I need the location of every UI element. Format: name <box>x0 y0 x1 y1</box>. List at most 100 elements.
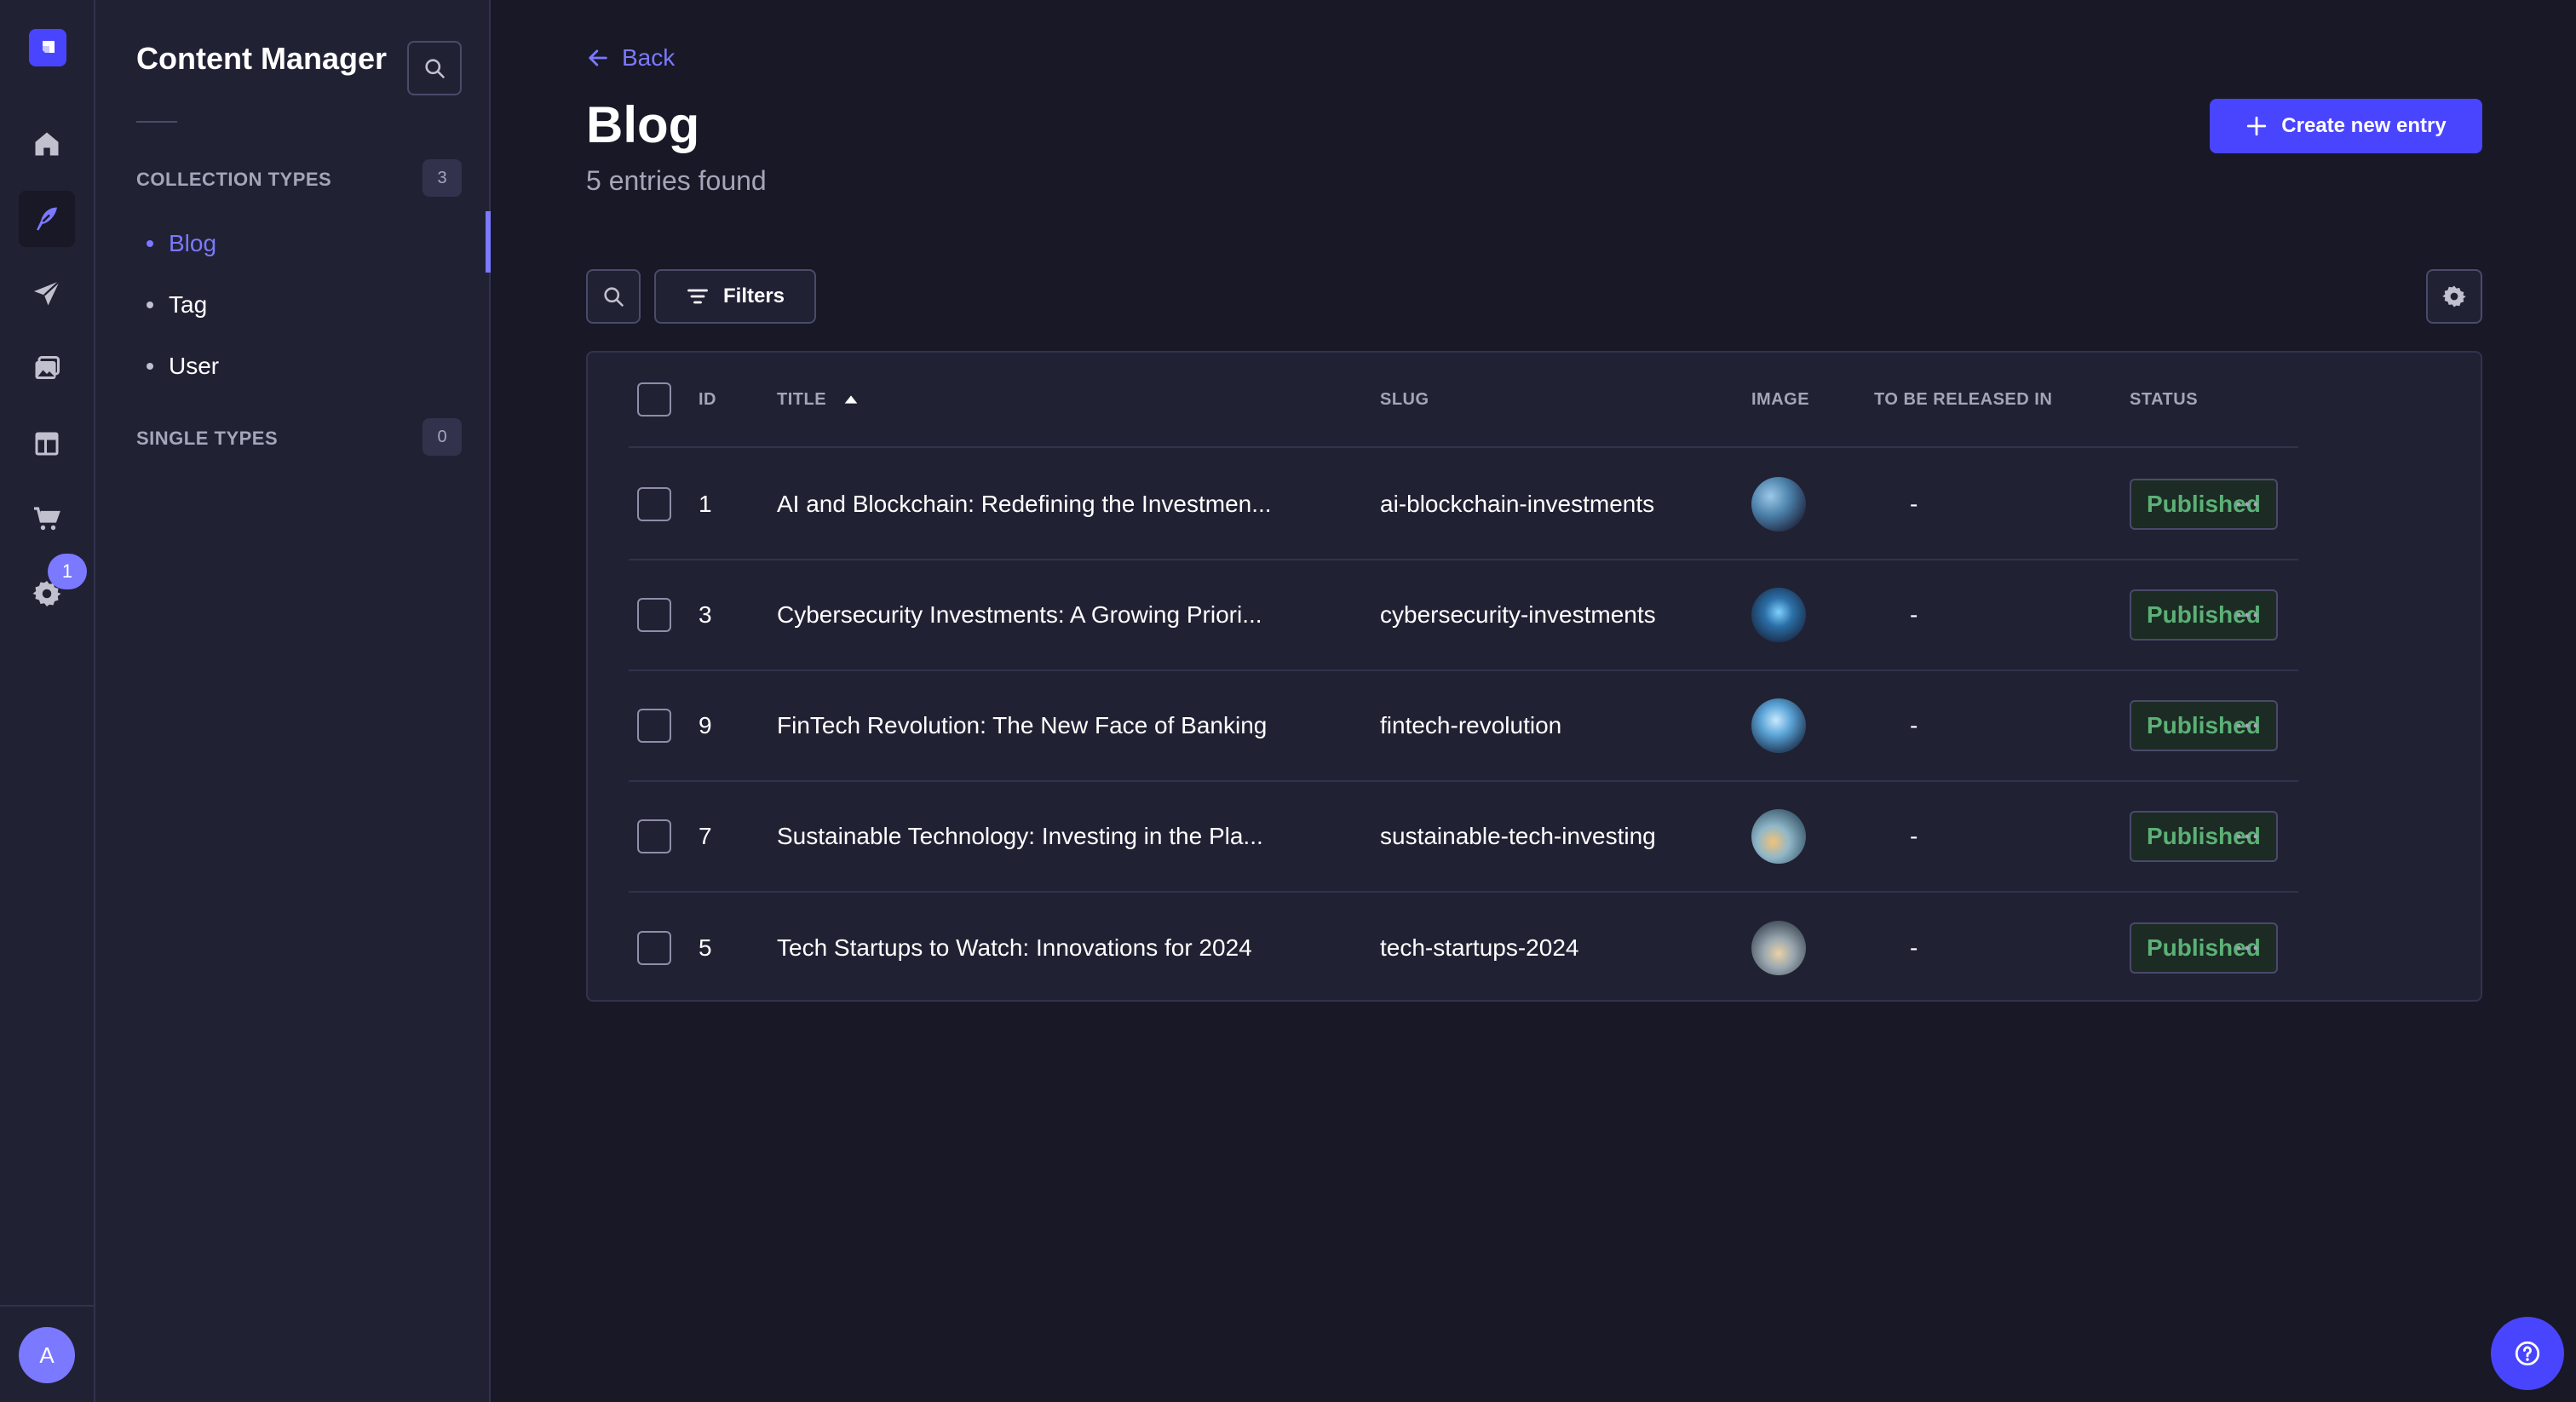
row-actions-cell <box>2230 560 2264 669</box>
entries-table: ID TITLE SLUG IMAGE TO BE RELEASED IN ST… <box>586 351 2482 1002</box>
active-indicator <box>486 211 491 273</box>
select-all-checkbox[interactable] <box>637 382 671 417</box>
row-title: FinTech Revolution: The New Face of Bank… <box>777 712 1268 738</box>
row-image-cell <box>1751 560 1806 669</box>
content-manager-subnav: Content Manager COLLECTION TYPES 3 Blog … <box>95 0 491 1402</box>
logo-icon <box>43 41 55 53</box>
search-icon <box>604 287 624 307</box>
row-slug: tech-startups-2024 <box>1380 934 1579 961</box>
more-horizontal-icon <box>2236 945 2258 951</box>
nav-releases[interactable] <box>19 266 75 322</box>
row-id: 1 <box>699 491 712 517</box>
layout-icon <box>35 432 59 456</box>
table-row[interactable]: 7 Sustainable Technology: Investing in t… <box>629 782 2298 893</box>
table-row[interactable]: 1 AI and Blockchain: Redefining the Inve… <box>629 450 2298 560</box>
table-search-button[interactable] <box>586 269 641 324</box>
row-release: - <box>1910 601 1918 628</box>
column-header-image: IMAGE <box>1751 389 1810 409</box>
subnav-item-blog[interactable]: Blog <box>147 227 216 261</box>
filters-button[interactable]: Filters <box>654 269 816 324</box>
cart-icon <box>34 507 60 531</box>
row-more-actions-button[interactable] <box>2230 487 2264 521</box>
row-more-actions-button[interactable] <box>2230 709 2264 743</box>
subnav-search-button[interactable] <box>407 41 462 95</box>
row-release: - <box>1910 491 1918 517</box>
row-release: - <box>1910 934 1918 961</box>
table-header-row: ID TITLE SLUG IMAGE TO BE RELEASED IN ST… <box>629 353 2298 448</box>
column-header-title[interactable]: TITLE <box>777 353 860 446</box>
more-horizontal-icon <box>2236 834 2258 839</box>
row-slug: sustainable-tech-investing <box>1380 823 1656 849</box>
more-horizontal-icon <box>2236 502 2258 507</box>
home-icon <box>35 132 59 156</box>
subnav-item-label: User <box>169 353 220 379</box>
search-icon <box>425 59 445 78</box>
plus-icon <box>2247 116 2267 136</box>
filters-label: Filters <box>722 284 785 307</box>
strapi-logo[interactable] <box>29 29 66 66</box>
row-checkbox[interactable] <box>637 819 671 853</box>
rail-divider <box>0 1305 95 1307</box>
row-thumbnail <box>1751 921 1806 975</box>
subnav-item-label: Blog <box>169 230 217 256</box>
collection-types-heading[interactable]: COLLECTION TYPES <box>136 169 331 191</box>
more-horizontal-icon <box>2236 723 2258 728</box>
row-select-cell <box>637 560 671 669</box>
row-actions-cell <box>2230 671 2264 780</box>
more-horizontal-icon <box>2236 612 2258 618</box>
bullet-icon <box>147 302 153 308</box>
row-checkbox[interactable] <box>637 487 671 521</box>
view-settings-button[interactable] <box>2426 269 2482 324</box>
table-row[interactable]: 5 Tech Startups to Watch: Innovations fo… <box>629 893 2298 1003</box>
column-header-slug[interactable]: SLUG <box>1380 353 1429 446</box>
nav-media-library[interactable] <box>19 341 75 397</box>
nav-content-manager[interactable] <box>19 191 75 247</box>
row-checkbox[interactable] <box>637 931 671 965</box>
user-avatar[interactable]: A <box>19 1327 75 1383</box>
row-checkbox[interactable] <box>637 598 671 632</box>
single-types-count: 0 <box>423 418 462 456</box>
help-button[interactable] <box>2491 1317 2564 1390</box>
create-button-label: Create new entry <box>2281 114 2447 137</box>
row-slug: fintech-revolution <box>1380 712 1562 738</box>
single-types-heading[interactable]: SINGLE TYPES <box>136 428 278 450</box>
row-image-cell <box>1751 450 1806 559</box>
collection-types-count: 3 <box>423 159 462 197</box>
row-slug: cybersecurity-investments <box>1380 601 1656 628</box>
row-more-actions-button[interactable] <box>2230 931 2264 965</box>
row-actions-cell <box>2230 782 2264 891</box>
row-id: 3 <box>699 601 712 628</box>
bullet-icon <box>147 240 153 247</box>
row-title: Sustainable Technology: Investing in the… <box>777 823 1263 849</box>
select-all-cell <box>637 353 671 446</box>
nav-home[interactable] <box>19 116 75 172</box>
row-title: Tech Startups to Watch: Innovations for … <box>777 934 1252 961</box>
help-icon <box>2515 1341 2540 1366</box>
subnav-item-tag[interactable]: Tag <box>147 288 207 322</box>
row-checkbox[interactable] <box>637 709 671 743</box>
row-more-actions-button[interactable] <box>2230 819 2264 853</box>
row-thumbnail <box>1751 477 1806 531</box>
nav-marketplace[interactable] <box>19 491 75 547</box>
column-header-release: TO BE RELEASED IN <box>1874 389 2053 409</box>
row-title: AI and Blockchain: Redefining the Invest… <box>777 491 1272 517</box>
sort-ascending-icon <box>844 395 858 404</box>
row-select-cell <box>637 450 671 559</box>
table-row[interactable]: 3 Cybersecurity Investments: A Growing P… <box>629 560 2298 671</box>
column-header-id[interactable]: ID <box>699 353 716 446</box>
create-new-entry-button[interactable]: Create new entry <box>2210 99 2482 153</box>
row-actions-cell <box>2230 450 2264 559</box>
column-header-status: STATUS <box>2130 389 2199 409</box>
row-more-actions-button[interactable] <box>2230 598 2264 632</box>
subnav-item-user[interactable]: User <box>147 349 219 383</box>
paper-plane-icon <box>34 280 60 306</box>
row-image-cell <box>1751 782 1806 891</box>
back-link[interactable]: Back <box>586 41 675 75</box>
nav-content-type-builder[interactable] <box>19 416 75 472</box>
row-thumbnail <box>1751 698 1806 753</box>
main-nav-rail: 1 A <box>0 0 95 1402</box>
table-row[interactable]: 9 FinTech Revolution: The New Face of Ba… <box>629 671 2298 782</box>
row-id: 9 <box>699 712 712 738</box>
row-release: - <box>1910 712 1918 738</box>
row-select-cell <box>637 893 671 1003</box>
